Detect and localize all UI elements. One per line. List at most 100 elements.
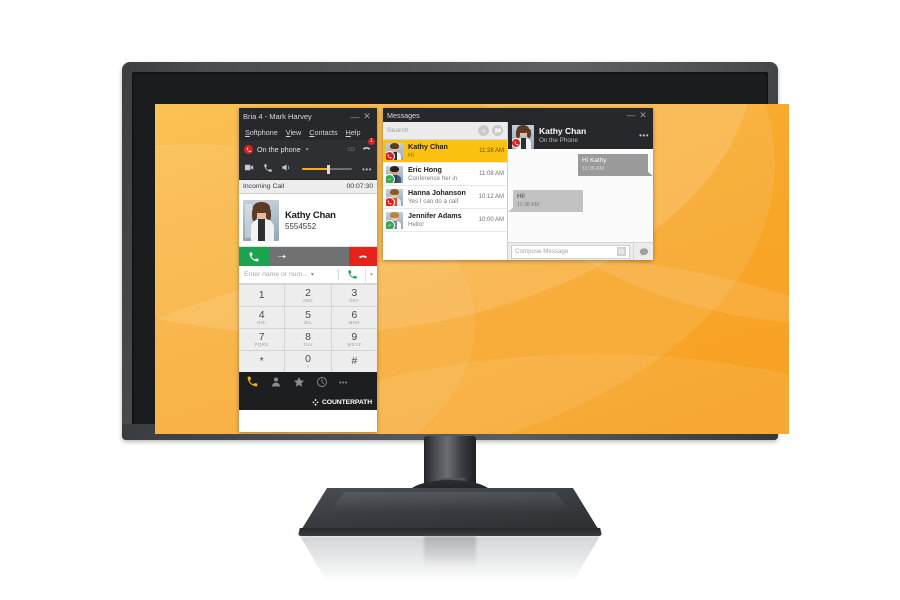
- chevron-down-icon[interactable]: ▾: [311, 271, 314, 278]
- conversation-list-item[interactable]: Hanna Johanson Yes I can do a call 10:12 A…: [383, 186, 507, 209]
- more-options-icon[interactable]: •••: [362, 165, 372, 174]
- compose-input[interactable]: Compose Message: [511, 244, 630, 259]
- missed-call-icon[interactable]: 1: [361, 137, 375, 159]
- chat-contact-avatar: [512, 125, 534, 149]
- speaker-volume-icon[interactable]: [281, 160, 292, 178]
- chat-header: Kathy Chan On the Phone •••: [508, 122, 653, 149]
- dialpad-key-8[interactable]: 8 TUV: [285, 329, 331, 350]
- presence-status-label[interactable]: On the phone: [257, 145, 301, 154]
- screenshot-stage: Bria 4 - Mark Harvey — ✕ Softphone View …: [0, 0, 900, 600]
- menu-item-view[interactable]: View: [286, 128, 301, 137]
- place-call-button[interactable]: [338, 269, 365, 280]
- dial-input-row[interactable]: Enter name or num... ▾ ▾: [239, 266, 377, 284]
- bria-softphone-window[interactable]: Bria 4 - Mark Harvey — ✕ Softphone View …: [239, 108, 377, 432]
- new-chat-icon[interactable]: [492, 125, 503, 136]
- conversation-list-item[interactable]: Jennifer Adams Hello! 10:00 AM: [383, 209, 507, 232]
- dialpad-key-letters: MNO: [348, 320, 360, 326]
- dialpad[interactable]: 1 2 ABC 3 DEF 4 GHI 5 JKL 6 MNO 7 PQRS 8 TUV 9 WXYZ * 0 + #: [239, 284, 377, 372]
- conversation-preview: Hello!: [408, 221, 424, 228]
- avatar: [386, 211, 403, 229]
- minimize-icon[interactable]: —: [625, 110, 637, 120]
- conversation-list-item[interactable]: Kathy Chan Hi 11:38 AM: [383, 140, 507, 163]
- dialpad-key-4[interactable]: 4 GHI: [239, 307, 285, 328]
- monitor-base-edge: [298, 528, 602, 536]
- dialpad-key-2[interactable]: 2 ABC: [285, 285, 331, 306]
- dialpad-key-digit: *: [259, 355, 264, 368]
- call-action-bar: [239, 247, 377, 266]
- dialpad-key-5[interactable]: 5 JKL: [285, 307, 331, 328]
- chat-contact-status: On the Phone: [539, 137, 578, 145]
- dialpad-key-*[interactable]: *: [239, 351, 285, 372]
- dialpad-key-letters: TUV: [303, 342, 313, 348]
- emoji-icon[interactable]: [617, 247, 626, 256]
- conversation-list-item[interactable]: Eric Hong Conference her in 11:08 AM: [383, 163, 507, 186]
- dialpad-key-digit: 3: [351, 286, 358, 299]
- dialpad-key-digit: 0: [305, 352, 311, 365]
- monitor-neck-reflection: [424, 536, 476, 568]
- conversation-time: 10:00 AM: [478, 217, 504, 223]
- dialpad-key-9[interactable]: 9 WXYZ: [331, 329, 377, 350]
- conversation-preview: Yes I can do a call: [408, 198, 458, 205]
- message-text: Hi Kathy: [582, 157, 607, 164]
- nav-history-icon[interactable]: [316, 375, 328, 393]
- search-input[interactable]: Search: [387, 127, 475, 134]
- menu-item-softphone[interactable]: Softphone: [245, 128, 278, 137]
- compose-placeholder: Compose Message: [515, 248, 569, 255]
- send-message-button[interactable]: [633, 243, 653, 260]
- conversation-contact-name: Hanna Johanson: [408, 189, 466, 197]
- close-icon[interactable]: ✕: [361, 111, 373, 122]
- volume-slider[interactable]: [302, 164, 353, 174]
- caller-name: Kathy Chan: [285, 209, 336, 221]
- conversation-list[interactable]: Kathy Chan Hi 11:38 AM Eric Hong Conference …: [383, 140, 507, 260]
- call-options-chevron-icon[interactable]: ▾: [365, 266, 377, 283]
- avatar: [386, 142, 403, 160]
- call-state-label: Incoming Call: [243, 183, 285, 190]
- menu-item-contacts[interactable]: Contacts: [309, 128, 337, 137]
- dialpad-key-#[interactable]: #: [331, 351, 377, 372]
- messages-window[interactable]: Messages — ✕ Search Kathy Chan Hi 11:38 …: [383, 108, 653, 260]
- dialpad-key-0[interactable]: 0 +: [285, 351, 331, 372]
- menu-item-help[interactable]: Help: [346, 128, 361, 137]
- caller-avatar: [243, 199, 279, 241]
- nav-phone-icon[interactable]: [246, 375, 259, 393]
- dialpad-key-3[interactable]: 3 DEF: [331, 285, 377, 306]
- message-bubble: Hi! 11:38 AM: [508, 190, 583, 212]
- dialpad-key-6[interactable]: 6 MNO: [331, 307, 377, 328]
- dialpad-key-1[interactable]: 1: [239, 285, 285, 306]
- close-icon[interactable]: ✕: [637, 110, 649, 121]
- chat-pane: Kathy Chan On the Phone ••• Hi Kathy 11:3…: [508, 122, 653, 260]
- bria-title-bar: Bria 4 - Mark Harvey — ✕: [239, 108, 377, 125]
- conversation-time: 11:08 AM: [479, 171, 504, 177]
- dial-placeholder: Enter name or num...: [244, 271, 308, 278]
- chat-more-icon[interactable]: •••: [639, 131, 649, 140]
- dialpad-key-letters: GHI: [257, 320, 267, 326]
- decline-call-button[interactable]: [349, 247, 377, 266]
- dial-input[interactable]: Enter name or num... ▾: [239, 271, 338, 278]
- voicemail-icon[interactable]: ᴑᴑ: [347, 146, 354, 153]
- message-composer: Compose Message: [508, 242, 653, 260]
- avatar: [386, 188, 403, 206]
- add-contact-icon[interactable]: [478, 125, 489, 136]
- transfer-call-button[interactable]: [269, 247, 349, 266]
- chevron-down-icon[interactable]: ▾: [306, 146, 309, 153]
- answer-call-button[interactable]: [239, 247, 269, 266]
- bria-footer: ••• COUNTERPATH: [239, 372, 377, 410]
- dialpad-key-7[interactable]: 7 PQRS: [239, 329, 285, 350]
- nav-contacts-icon[interactable]: [270, 375, 282, 393]
- dialpad-key-digit: 6: [351, 308, 358, 321]
- conversation-list-pane: Search Kathy Chan Hi 11:38 AM Eric Hong Conf…: [383, 122, 508, 260]
- dialpad-key-digit: 8: [305, 330, 311, 343]
- video-camera-icon[interactable]: [244, 160, 255, 178]
- conversation-contact-name: Eric Hong: [408, 166, 442, 174]
- nav-more-icon[interactable]: •••: [339, 380, 348, 387]
- monitor-base-gloss: [330, 492, 570, 512]
- call-handset-icon[interactable]: [263, 160, 273, 178]
- avatar: [386, 165, 403, 183]
- conversation-preview: Hi: [408, 152, 414, 159]
- message-time: 11:38 AM: [517, 201, 539, 208]
- dialpad-key-letters: PQRS: [254, 342, 269, 348]
- caller-number: 5554552: [285, 221, 317, 231]
- nav-favorites-icon[interactable]: [293, 375, 305, 393]
- dialpad-key-letters: JKL: [303, 320, 313, 326]
- minimize-icon[interactable]: —: [349, 112, 361, 122]
